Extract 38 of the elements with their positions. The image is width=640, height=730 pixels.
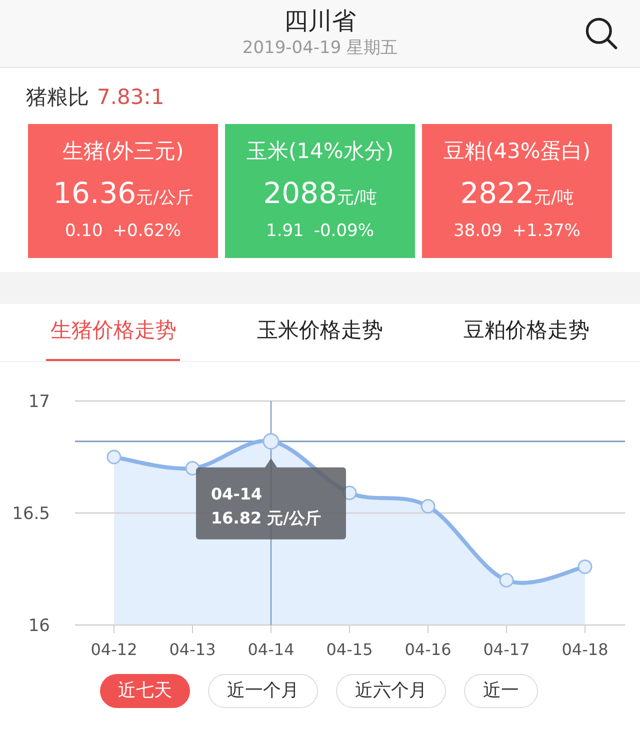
range-button[interactable]: 近一个月 [208,674,318,708]
chart-tab[interactable]: 豆粕价格走势 [460,304,594,360]
ratio-value: 7.83:1 [97,84,164,111]
date-text: 2019-04-19 星期五 [242,36,398,60]
x-tick-label: 04-16 [404,640,452,658]
card-title: 生猪(外三元) [62,138,184,166]
chart-tab[interactable]: 玉米价格走势 [253,304,387,360]
price-unit: 元/吨 [534,186,574,210]
price-value: 16.36 [53,174,136,212]
change-value: 0.10 [64,220,103,244]
search-icon[interactable] [584,16,618,50]
y-tick-label: 16 [28,616,50,636]
chart-tab[interactable]: 生猪价格走势 [46,304,180,360]
change-percent: +1.37% [512,220,580,244]
range-button[interactable]: 近六个月 [336,674,446,708]
change-percent: +0.62% [112,220,182,244]
x-tick-label: 04-18 [562,640,608,658]
y-tick-label: 17 [28,392,50,412]
x-tick-label: 04-12 [90,640,138,658]
tooltip-text: 16.82 元/公斤 [211,508,322,527]
x-tick-label: 04-13 [169,640,216,658]
tooltip-text: 04-14 [211,484,262,503]
change-percent: -0.09% [314,220,374,244]
price-unit: 元/公斤 [136,186,193,210]
range-button[interactable]: 近一 [464,674,538,708]
x-tick-label: 04-17 [483,640,530,658]
card-title: 豆粕(43%蛋白) [443,138,591,166]
ratio-label: 猪粮比 [26,84,89,111]
y-tick-label: 16.5 [12,504,50,524]
x-tick-label: 04-14 [248,640,294,658]
price-value: 2088 [263,174,338,212]
price-unit: 元/吨 [337,186,377,210]
change-value: 38.09 [454,220,502,244]
price-value: 2822 [460,174,534,212]
page-title: 四川省 [284,6,356,36]
change-value: 1.91 [266,220,304,244]
card-title: 玉米(14%水分) [246,138,394,166]
x-tick-label: 04-15 [326,640,373,658]
